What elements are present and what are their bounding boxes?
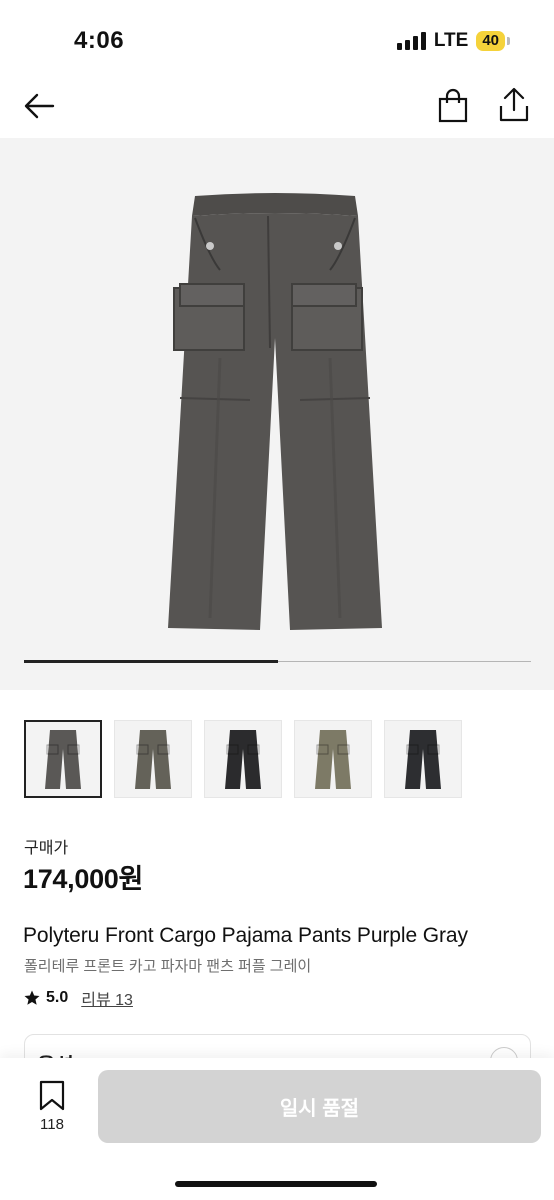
thumbnail-pants-image xyxy=(135,730,171,789)
status-indicators: LTE 40 xyxy=(396,30,510,52)
rating-value: 5.0 xyxy=(46,989,69,1006)
bookmark-count: 118 xyxy=(40,1116,64,1133)
product-title-ko: 폴리테루 프론트 카고 파자마 팬츠 퍼플 그레이 xyxy=(24,958,312,975)
battery-tip xyxy=(507,37,510,45)
carousel-indicator xyxy=(24,660,531,663)
thumbnail-pants-image xyxy=(315,730,351,789)
sold-out-button[interactable]: 일시 품절 xyxy=(98,1070,541,1143)
share-icon[interactable] xyxy=(496,86,532,124)
status-time: 4:06 xyxy=(74,27,125,54)
price-label: 구매가 xyxy=(24,840,69,857)
carousel-progress xyxy=(24,660,278,663)
color-thumbnail[interactable] xyxy=(384,720,462,798)
color-thumbnail[interactable] xyxy=(24,720,102,798)
rating-row: 5.0 리뷰 13 xyxy=(23,986,133,1010)
review-link[interactable]: 리뷰 13 xyxy=(81,986,133,1010)
network-type: LTE xyxy=(433,30,469,51)
bottom-action-bar: 118 일시 품절 xyxy=(0,1058,554,1200)
product-image-carousel[interactable] xyxy=(0,138,554,690)
color-thumbnail[interactable] xyxy=(114,720,192,798)
home-indicator xyxy=(175,1181,377,1187)
price: 174,000원 xyxy=(23,864,144,894)
color-thumbnail[interactable] xyxy=(204,720,282,798)
thumbnail-pants-image xyxy=(405,730,441,789)
thumbnail-pants-image xyxy=(225,730,261,789)
product-image xyxy=(168,193,382,630)
arrow-left-icon[interactable] xyxy=(22,88,58,124)
color-thumbnail-list xyxy=(24,720,462,798)
top-nav xyxy=(0,72,554,138)
shopping-bag-icon[interactable] xyxy=(436,88,470,124)
product-title-en: Polyteru Front Cargo Pajama Pants Purple… xyxy=(23,924,468,947)
thumbnail-pants-image xyxy=(45,730,81,789)
bookmark-button[interactable]: 118 xyxy=(30,1080,74,1133)
bookmark-icon xyxy=(39,1080,65,1111)
battery-icon: 40 xyxy=(476,31,505,51)
star-icon xyxy=(24,990,40,1005)
cellular-signal-icon xyxy=(396,32,426,50)
color-thumbnail[interactable] xyxy=(294,720,372,798)
status-bar: 4:06 LTE 40 xyxy=(0,0,554,72)
